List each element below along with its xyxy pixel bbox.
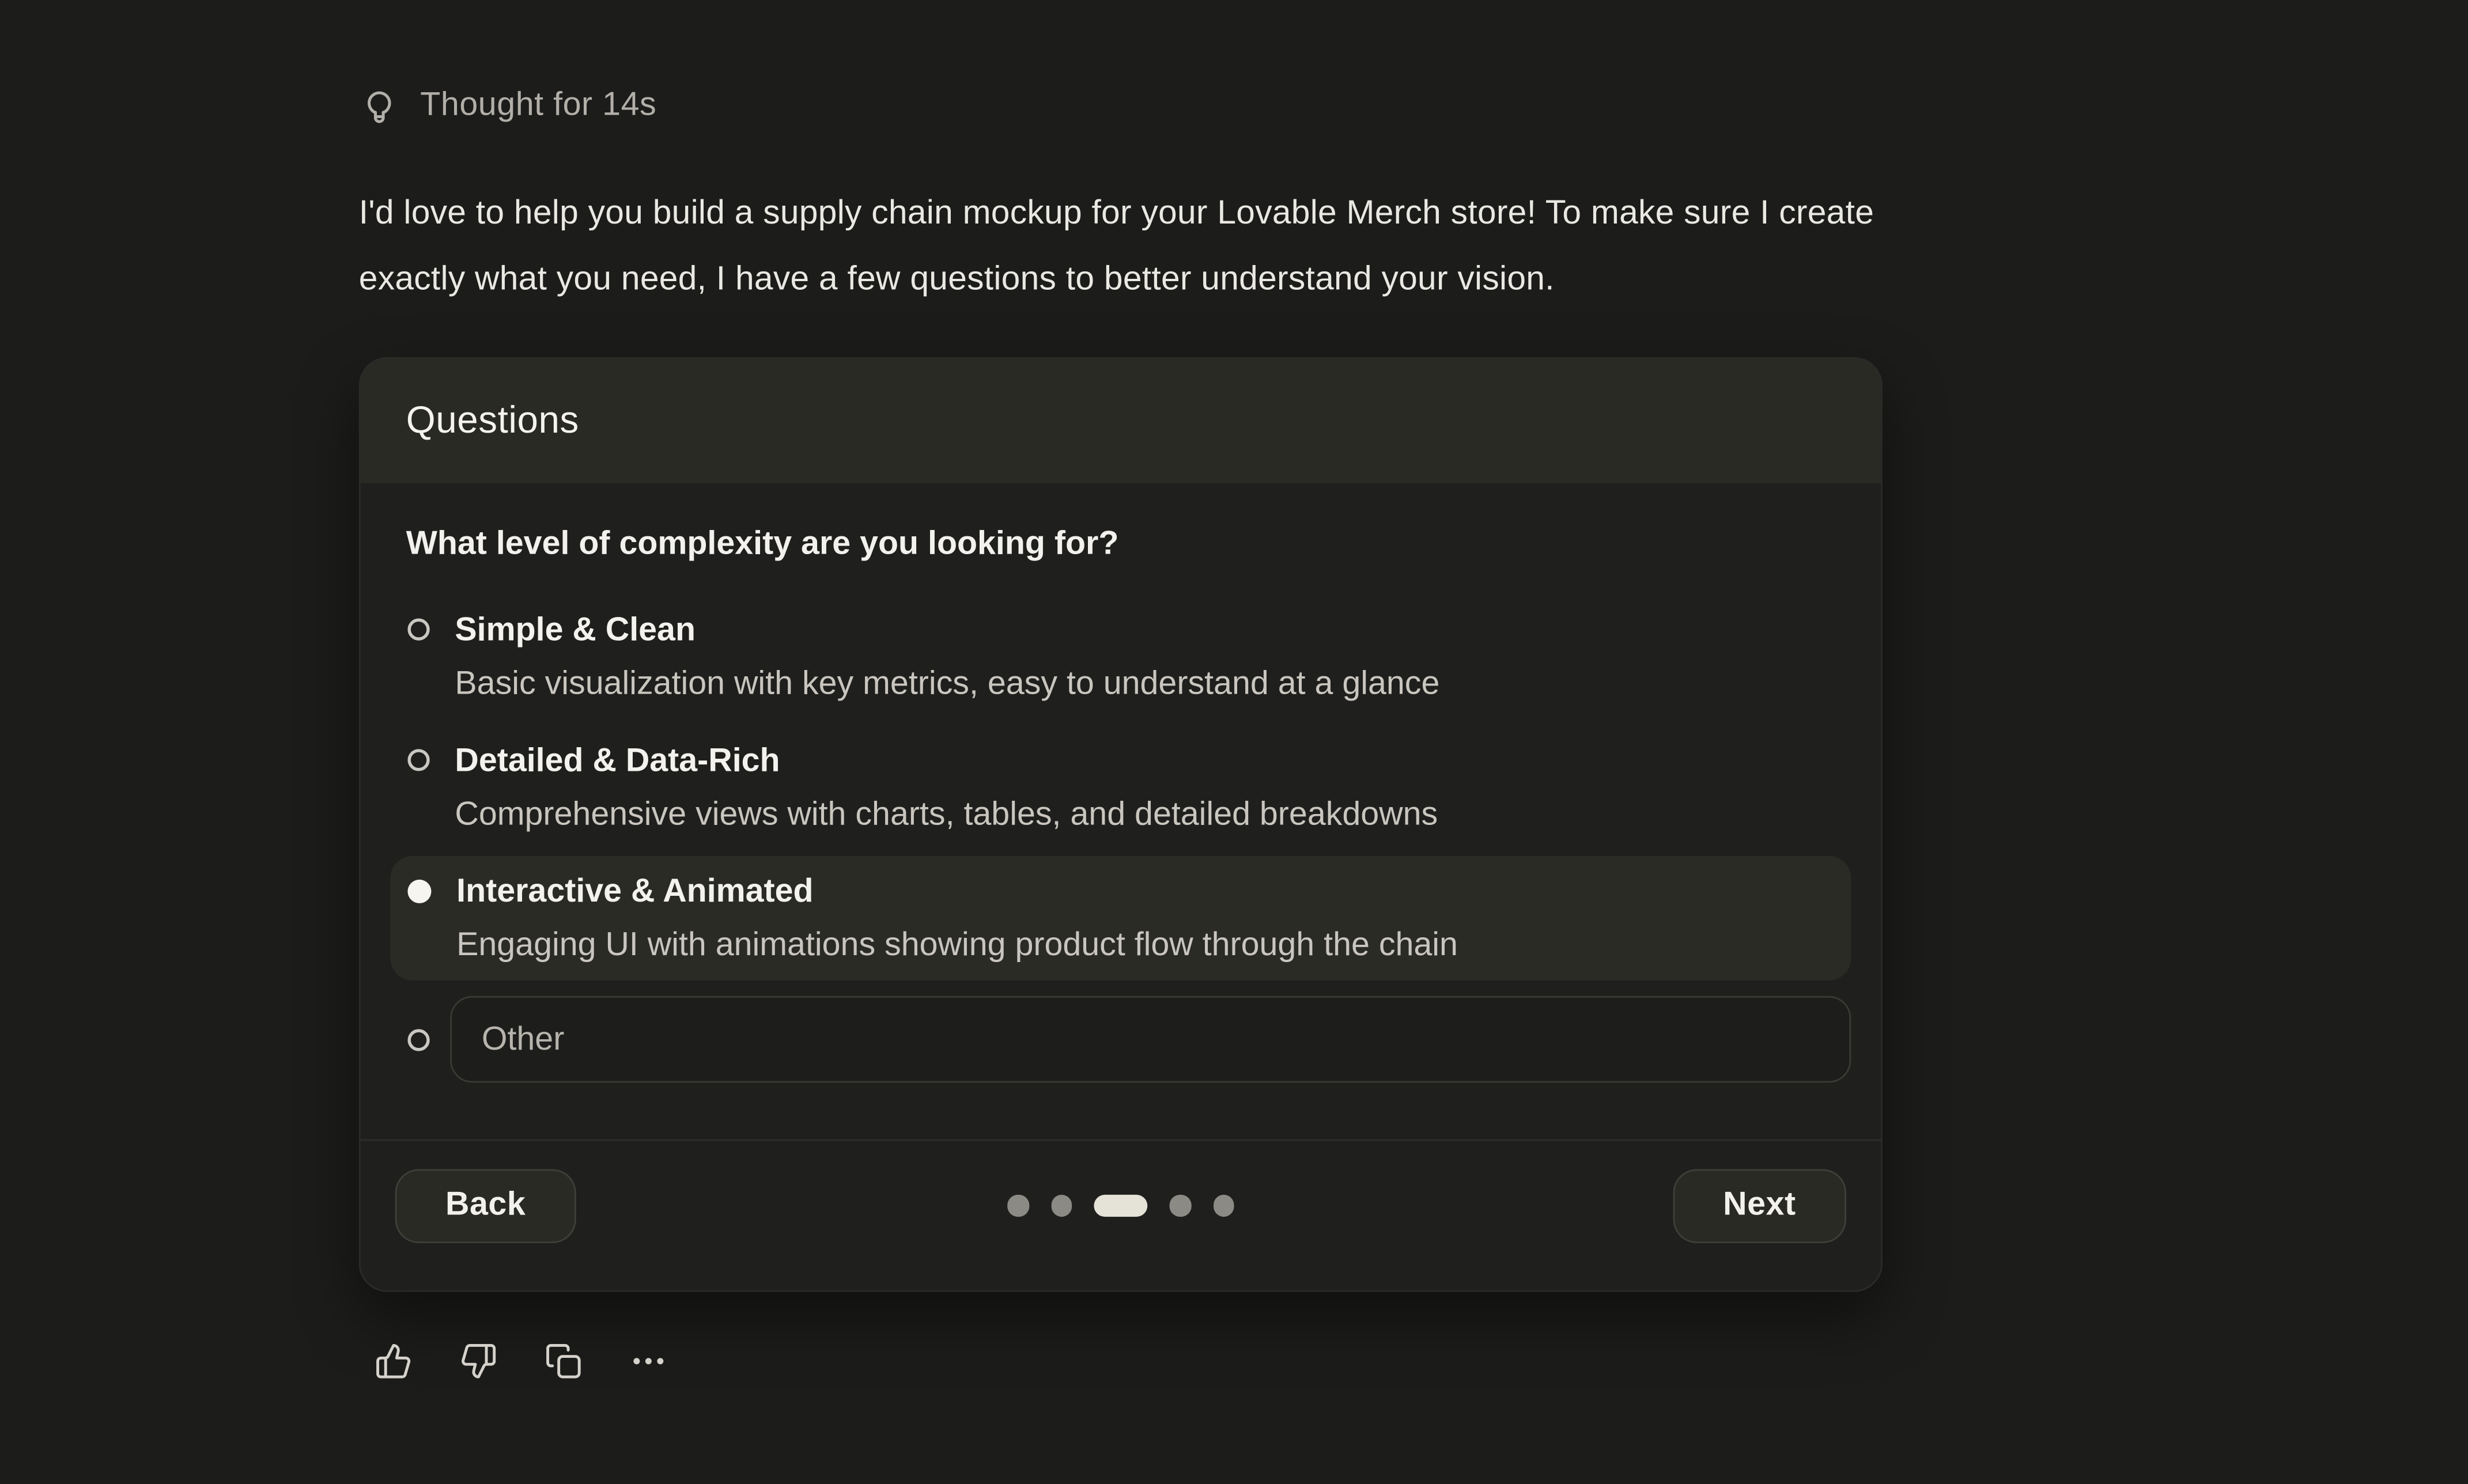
option-simple-clean[interactable]: Simple & Clean Basic visualization with … — [390, 595, 1851, 720]
assistant-message-block: Thought for 14s I'd love to help you bui… — [359, 0, 2263, 1380]
option-text: Simple & Clean Basic visualization with … — [455, 611, 1439, 703]
thought-label: Thought for 14s — [420, 86, 656, 124]
back-button[interactable]: Back — [395, 1168, 576, 1242]
option-title: Interactive & Animated — [456, 872, 1458, 911]
thumbs-down-button[interactable] — [460, 1342, 498, 1380]
copy-button[interactable] — [545, 1342, 583, 1380]
option-description: Comprehensive views with charts, tables,… — [455, 794, 1438, 834]
questions-card-footer: Back Next — [361, 1140, 1881, 1290]
questions-card-title: Questions — [406, 399, 579, 442]
questions-card-header: Questions — [361, 359, 1881, 483]
thumbs-down-icon — [460, 1342, 498, 1380]
question-heading: What level of complexity are you looking… — [406, 524, 1851, 563]
radio-icon[interactable] — [407, 1028, 429, 1050]
pagination-dot — [1007, 1195, 1029, 1216]
options-list: Simple & Clean Basic visualization with … — [390, 595, 1851, 1083]
thumbs-up-icon — [375, 1342, 413, 1380]
radio-icon[interactable] — [407, 749, 429, 771]
option-text: Detailed & Data-Rich Comprehensive views… — [455, 741, 1438, 834]
ellipsis-icon — [630, 1342, 668, 1380]
message-actions — [375, 1342, 2263, 1380]
option-other[interactable] — [390, 996, 1851, 1082]
lightbulb-icon — [359, 85, 400, 126]
radio-icon[interactable] — [407, 618, 429, 640]
option-title: Simple & Clean — [455, 611, 1439, 650]
more-options-button[interactable] — [630, 1342, 668, 1380]
thought-summary[interactable]: Thought for 14s — [359, 84, 2263, 127]
option-text: Interactive & Animated Engaging UI with … — [456, 872, 1458, 964]
option-interactive-animated[interactable]: Interactive & Animated Engaging UI with … — [390, 856, 1851, 980]
pagination-dot — [1213, 1195, 1234, 1216]
option-detailed-data-rich[interactable]: Detailed & Data-Rich Comprehensive views… — [390, 725, 1851, 850]
assistant-message-text: I'd love to help you build a supply chai… — [359, 179, 2263, 311]
copy-icon — [545, 1342, 583, 1380]
other-option-input[interactable] — [450, 996, 1851, 1082]
option-title: Detailed & Data-Rich — [455, 741, 1438, 781]
questions-card-body: What level of complexity are you looking… — [361, 483, 1881, 1140]
option-description: Engaging UI with animations showing prod… — [456, 925, 1458, 964]
next-button[interactable]: Next — [1673, 1168, 1846, 1242]
pagination-dots — [1007, 1195, 1234, 1216]
radio-icon[interactable] — [407, 879, 431, 903]
pagination-dot — [1050, 1195, 1072, 1216]
pagination-dot-active — [1094, 1195, 1147, 1216]
pagination-dot — [1170, 1195, 1191, 1216]
option-description: Basic visualization with key metrics, ea… — [455, 664, 1439, 703]
thumbs-up-button[interactable] — [375, 1342, 413, 1380]
chat-page: Thought for 14s I'd love to help you bui… — [0, 0, 2468, 1484]
questions-card: Questions What level of complexity are y… — [359, 357, 1883, 1292]
